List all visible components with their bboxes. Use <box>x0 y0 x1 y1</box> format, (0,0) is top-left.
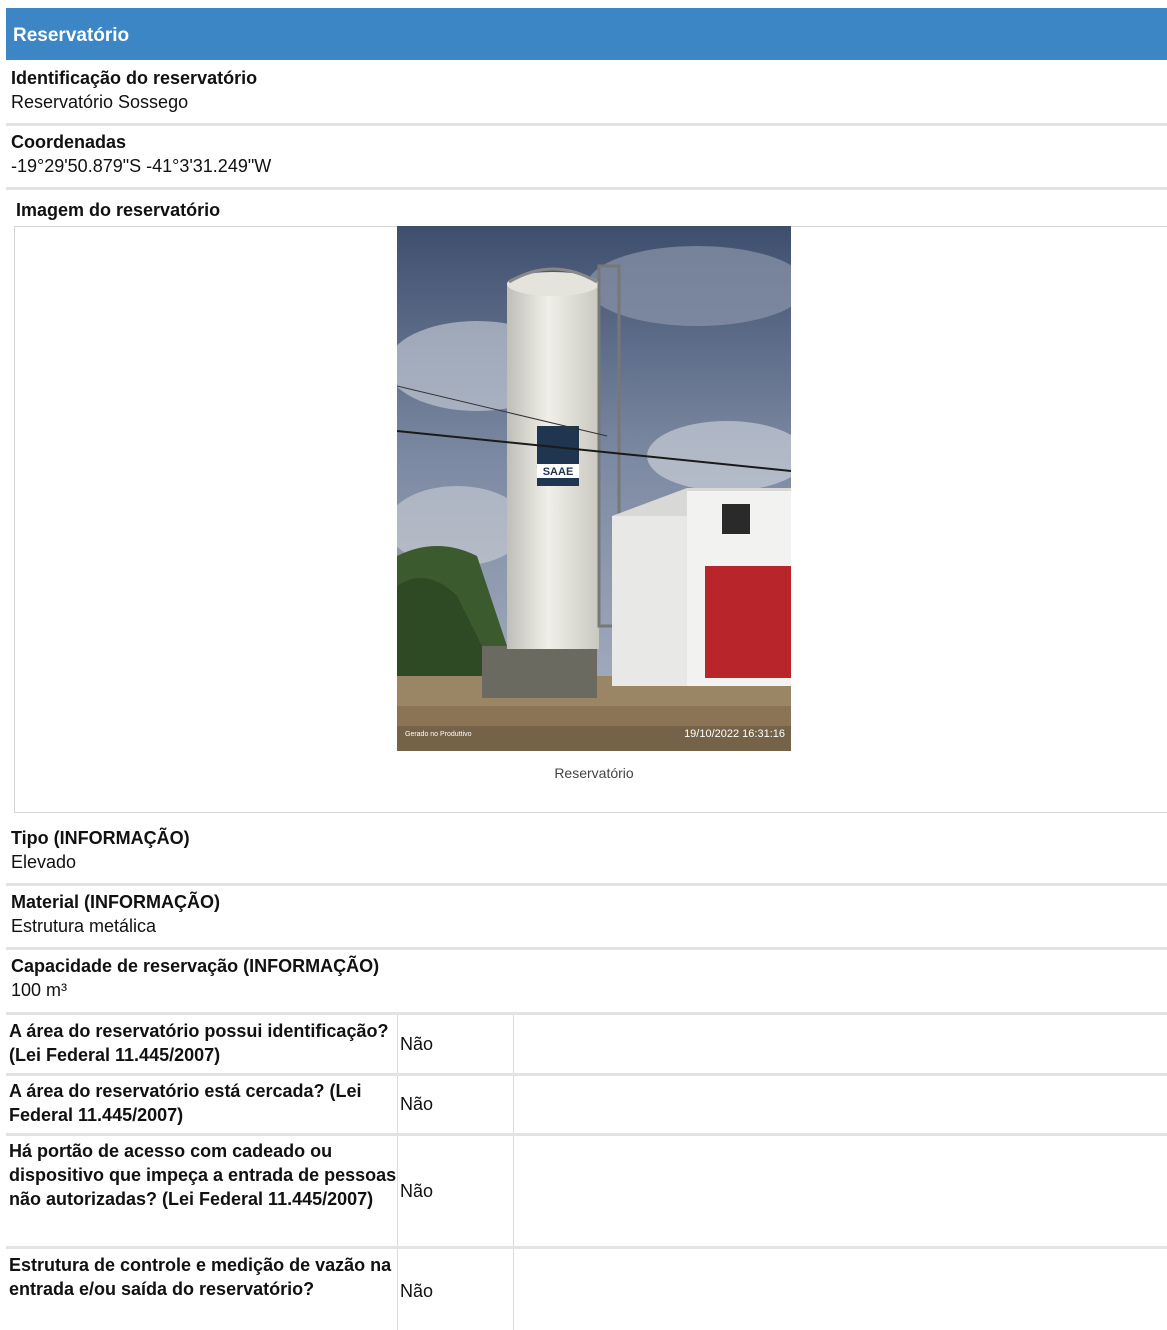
field-type: Tipo (INFORMAÇÃO) Elevado <box>6 826 1167 886</box>
answer-value: Não <box>397 1015 514 1073</box>
field-label: Coordenadas <box>11 132 127 152</box>
question-row: A área do reservatório possui identifica… <box>6 1012 1167 1073</box>
question-text: Há portão de acesso com cadeado ou dispo… <box>9 1141 397 1209</box>
question-text: Estrutura de controle e medição de vazão… <box>9 1255 392 1299</box>
answer-value: Não <box>397 1076 514 1133</box>
question-text: A área do reservatório possui identifica… <box>9 1021 389 1065</box>
field-identification: Identificação do reservatório Reservatór… <box>6 66 1167 126</box>
field-material: Material (INFORMAÇÃO) Estrutura metálica <box>6 890 1167 950</box>
field-label: Capacidade de reservação (INFORMAÇÃO) <box>11 956 380 976</box>
field-capacity: Capacidade de reservação (INFORMAÇÃO) 10… <box>6 954 1167 1012</box>
question-row: Estrutura de controle e medição de vazão… <box>6 1246 1167 1330</box>
field-label: Tipo (INFORMAÇÃO) <box>11 828 190 848</box>
image-label: Imagem do reservatório <box>16 200 221 220</box>
image-caption: Reservatório <box>554 765 634 781</box>
photo-timestamp: 19/10/2022 16:31:16 <box>684 728 785 740</box>
section-title: Reservatório <box>13 25 130 46</box>
question-text: A área do reservatório está cercada? (Le… <box>9 1081 362 1125</box>
question-row: A área do reservatório está cercada? (Le… <box>6 1073 1167 1133</box>
reservoir-photo[interactable]: SAAE Gerado no Produttivo 19/10/2022 16:… <box>397 226 791 751</box>
field-coordinates: Coordenadas -19°29'50.879"S -41°3'31.249… <box>6 130 1167 190</box>
field-value: -19°29'50.879"S -41°3'31.249"W <box>11 156 272 176</box>
field-value: Estrutura metálica <box>11 916 157 936</box>
question-row: Há portão de acesso com cadeado ou dispo… <box>6 1133 1167 1246</box>
field-label: Material (INFORMAÇÃO) <box>11 892 221 912</box>
answer-value: Não <box>397 1136 514 1246</box>
watermark-text: Gerado no Produttivo <box>405 731 472 738</box>
field-value: 100 m³ <box>11 980 68 1000</box>
saae-logo-text: SAAE <box>543 466 574 478</box>
field-value: Reservatório Sossego <box>11 92 189 112</box>
field-label: Identificação do reservatório <box>11 68 258 88</box>
section-header: Reservatório <box>6 8 1167 60</box>
answer-value: Não <box>397 1249 514 1330</box>
field-value: Elevado <box>11 852 77 872</box>
